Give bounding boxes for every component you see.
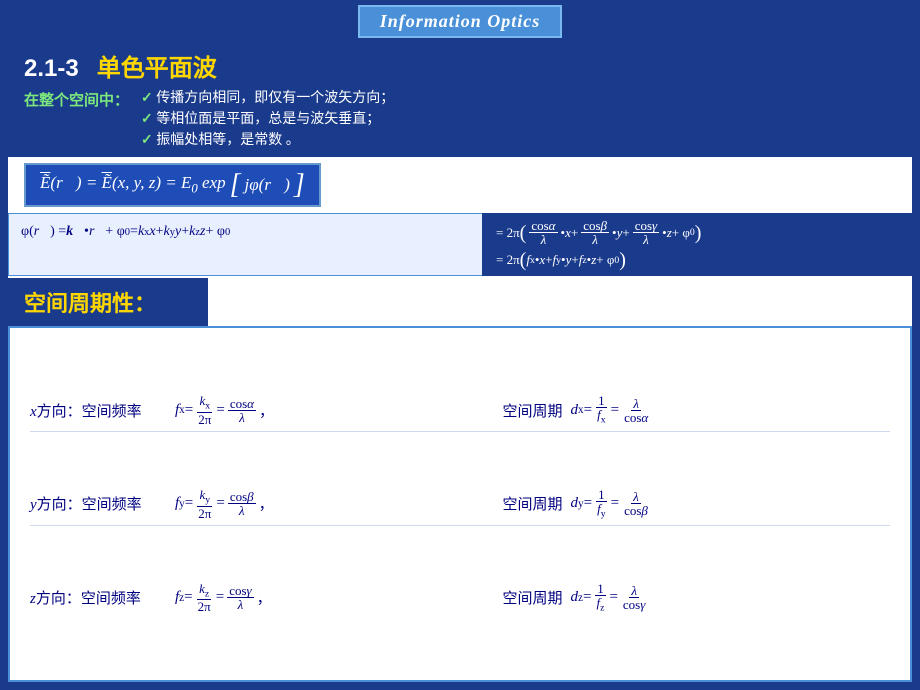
z-period-label: 空间周期	[503, 587, 563, 608]
main-content: 2.1-3 单色平面波 在整个空间中： ✓ 传播方向相同，即仅有一个波矢方向； …	[8, 42, 912, 682]
bottom-formula-block: x方向：空间频率 fx = kx 2π = cosα λ ， 空间周期 dx =	[8, 326, 912, 682]
phi-rhs-area: = 2π ( cosα λ •x + cosβ λ •y + cosγ λ •z…	[482, 213, 912, 276]
z-period-formula: dz = 1 fz = λ cosγ	[571, 582, 891, 613]
checkmark-1: ✓ 传播方向相同，即仅有一个波矢方向；	[141, 87, 394, 107]
spatial-label-box: 空间周期性：	[8, 278, 208, 326]
spatial-title: 空间周期性：	[24, 286, 156, 318]
x-freq-formula: fx = kx 2π = cosα λ ，	[175, 394, 495, 425]
header-title: Information Optics	[358, 5, 563, 38]
section-number: 2.1-3	[24, 55, 79, 83]
spatial-row: 空间周期性：	[8, 278, 912, 326]
x-period-label: 空间周期	[503, 400, 563, 421]
two-col-section: φ(r⃗) = k⃗•r⃗ + φ0 = kxx + kyy + kzz + φ…	[8, 213, 912, 276]
checkmarks-list: ✓ 传播方向相同，即仅有一个波矢方向； ✓ 等相位面是平面，总是与波矢垂直； ✓…	[141, 87, 394, 149]
x-label: x方向：空间频率	[30, 400, 175, 421]
y-period-label: 空间周期	[503, 493, 563, 514]
blue-top-area: 2.1-3 单色平面波 在整个空间中： ✓ 传播方向相同，即仅有一个波矢方向； …	[8, 42, 912, 157]
y-freq-formula: fy = ky 2π = cosβ λ ，	[175, 488, 495, 519]
z-label: z方向：空间频率	[30, 587, 175, 608]
e-formula-box: Ẽ(r⃗) = Ẽ(x, y, z) = E0 exp [ jφ(r⃗) ]	[24, 163, 321, 207]
x-direction-row: x方向：空间频率 fx = kx 2π = cosα λ ， 空间周期 dx =	[30, 389, 890, 431]
header-bar: Information Optics	[0, 0, 920, 42]
y-period-formula: dy = 1 fy = λ cosβ	[571, 488, 891, 519]
subtitle-label: 在整个空间中：	[24, 87, 129, 110]
x-period-formula: dx = 1 fx = λ cosα	[571, 394, 891, 425]
z-freq-formula: fz = kz 2π = cosγ λ ，	[175, 582, 495, 613]
section-title: 单色平面波	[97, 48, 217, 83]
checkmark-2: ✓ 等相位面是平面，总是与波矢垂直；	[141, 108, 394, 128]
y-direction-row: y方向：空间频率 fy = ky 2π = cosβ λ ， 空间周期 dy =	[30, 483, 890, 525]
phi-lhs-area: φ(r⃗) = k⃗•r⃗ + φ0 = kxx + kyy + kzz + φ…	[8, 213, 482, 276]
z-direction-row: z方向：空间频率 fz = kz 2π = cosγ λ ， 空间周期 dz =	[30, 577, 890, 618]
e-formula-area: Ẽ(r⃗) = Ẽ(x, y, z) = E0 exp [ jφ(r⃗) ]	[8, 157, 912, 211]
checkmark-3: ✓ 振幅处相等，是常数 。	[141, 129, 394, 149]
y-label: y方向：空间频率	[30, 493, 175, 514]
